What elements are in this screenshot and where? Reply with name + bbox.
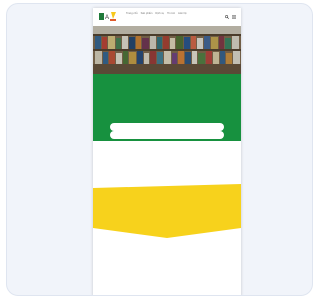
mobile-page-preview: A Trang chủ Sản phẩm Dịch vụ Tin tức Liê… bbox=[93, 8, 241, 295]
nav-item[interactable]: Sản phẩm bbox=[141, 12, 153, 16]
header-actions bbox=[225, 14, 237, 19]
nav-item[interactable]: Dịch vụ bbox=[155, 12, 164, 16]
preview-card: A Trang chủ Sản phẩm Dịch vụ Tin tức Liê… bbox=[6, 3, 313, 296]
search-icon[interactable] bbox=[225, 14, 229, 19]
menu-icon[interactable] bbox=[232, 15, 236, 19]
nav-item[interactable]: Tin tức bbox=[167, 12, 175, 16]
site-header: A Trang chủ Sản phẩm Dịch vụ Tin tức Liê… bbox=[93, 8, 241, 26]
secondary-cta-button[interactable] bbox=[110, 131, 224, 139]
main-navigation: Trang chủ Sản phẩm Dịch vụ Tin tức Liên … bbox=[126, 12, 224, 22]
hero-banner bbox=[93, 26, 241, 74]
promo-section bbox=[93, 74, 241, 141]
primary-cta-button[interactable] bbox=[110, 123, 224, 131]
logo-icon[interactable]: A bbox=[99, 11, 117, 22]
nav-item[interactable]: Liên hệ bbox=[178, 12, 187, 16]
svg-text:A: A bbox=[105, 15, 109, 21]
bookstore-shelves-image bbox=[93, 26, 241, 74]
yellow-banner bbox=[93, 184, 241, 238]
content-area bbox=[93, 141, 241, 186]
nav-item[interactable]: Trang chủ bbox=[126, 12, 138, 16]
